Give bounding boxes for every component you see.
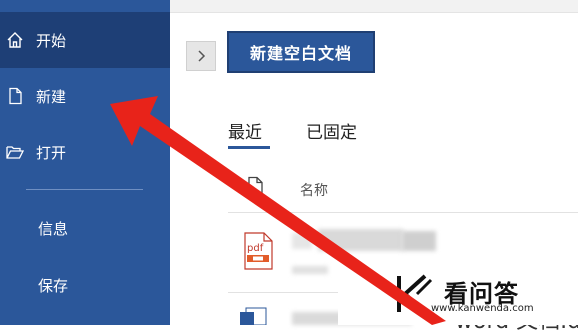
sidebar-item-label: 信息 (38, 219, 69, 238)
column-header-name[interactable]: 名称 (300, 180, 328, 200)
expand-button[interactable] (186, 41, 216, 71)
tab-pinned[interactable]: 已固定 (306, 118, 357, 143)
sidebar-item-save[interactable]: 保存 (0, 257, 170, 313)
row-divider (228, 212, 578, 213)
blurred-filename (318, 229, 403, 251)
file-column-icon (248, 176, 263, 198)
sidebar-item-label: 保存 (38, 276, 69, 295)
backstage-sidebar: 开始 新建 打开 信息 保存 (0, 0, 170, 325)
sidebar-item-info[interactable]: 信息 (0, 200, 170, 256)
chevron-right-icon (198, 50, 206, 62)
sidebar-item-home[interactable]: 开始 (0, 12, 170, 68)
sidebar-item-open[interactable]: 打开 (0, 124, 170, 180)
pdf-file-icon: pdf (244, 232, 273, 270)
word-file-icon (240, 307, 267, 325)
blurred-filename (402, 231, 436, 251)
watermark-logo-icon (397, 274, 433, 314)
sidebar-item-label: 新建 (36, 87, 67, 106)
blurred-filename (292, 233, 312, 249)
file-type-label: pdf (247, 243, 264, 254)
sidebar-item-new[interactable]: 新建 (0, 68, 170, 124)
tab-active-underline (228, 146, 270, 149)
new-blank-document-button[interactable]: 新建空白文档 (227, 31, 375, 73)
sidebar-item-label: 开始 (36, 31, 67, 50)
sidebar-divider (26, 189, 143, 190)
watermark-url: www.kanwenda.com (431, 303, 534, 314)
tab-recent[interactable]: 最近 (228, 118, 262, 143)
top-band (170, 0, 578, 13)
blurred-filepath (292, 266, 328, 274)
new-document-icon (9, 87, 22, 105)
home-icon (7, 32, 23, 48)
open-folder-icon (6, 146, 24, 159)
sidebar-item-label: 打开 (36, 143, 67, 162)
